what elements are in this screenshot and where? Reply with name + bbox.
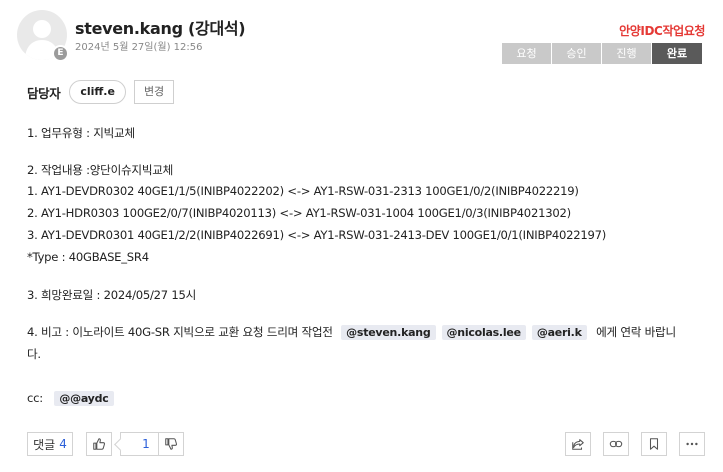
post-date: 2024년 5월 27일(월) 12:56: [75, 42, 203, 53]
external-user-badge: E: [52, 45, 69, 62]
more-icon: [686, 442, 698, 446]
body-line-due-date: 3. 희망완료일 : 2024/05/27 15시: [27, 288, 197, 302]
bookmark-button[interactable]: [641, 432, 667, 456]
reply-label: 댓글: [33, 437, 56, 452]
dislike-button[interactable]: [158, 432, 184, 456]
author-name[interactable]: steven.kang (강대석): [75, 15, 246, 39]
board-title[interactable]: 안양IDC작업요청: [619, 22, 705, 39]
body-line-cc: cc: @@aydc: [27, 391, 120, 406]
bookmark-icon: [649, 438, 659, 450]
mention-nicolas-lee[interactable]: @nicolas.lee: [441, 325, 526, 340]
share-icon: [572, 439, 584, 450]
body-line-task-content: 2. 작업내용 :양단이슈지빅교체: [27, 163, 174, 177]
step-progress: 진행: [602, 43, 652, 64]
copy-link-button[interactable]: [603, 432, 629, 456]
thumbs-up-icon: [93, 438, 106, 450]
mention-steven-kang[interactable]: @steven.kang: [341, 325, 436, 340]
body-line-link-3: 3. AY1-DEVDR0301 40GE1/2/2(INIBP4022691)…: [27, 228, 607, 242]
mention-aeri-k[interactable]: @aeri.k: [531, 325, 587, 340]
assignee-label: 담당자: [27, 85, 61, 101]
body-line-remarks: 4. 비고 : 이노라이트 40G-SR 지빅으로 교환 요청 드리며 작업전 …: [27, 324, 676, 340]
thumbs-down-icon: [165, 438, 178, 450]
body-line-task-type: 1. 업무유형 : 지빅교체: [27, 126, 135, 140]
remarks-prefix: 4. 비고 : 이노라이트 40G-SR 지빅으로 교환 요청 드리며 작업전: [27, 325, 333, 339]
cc-label: cc:: [27, 391, 43, 405]
body-line-link-2: 2. AY1-HDR0303 100GE2/0/7(INIBP4020113) …: [27, 206, 571, 220]
step-request: 요청: [502, 43, 552, 64]
body-line-link-1: 1. AY1-DEVDR0302 40GE1/1/5(INIBP4022202)…: [27, 184, 579, 198]
change-assignee-button[interactable]: 변경: [133, 80, 175, 104]
assignee-row: 담당자 cliff.e 변경: [27, 80, 175, 104]
workflow-steps: 요청 승인 진행 완료: [502, 43, 702, 64]
remarks-suffix: 에게 연락 바랍니: [596, 325, 676, 339]
assignee-chip[interactable]: cliff.e: [69, 80, 126, 104]
reply-count: 4: [59, 437, 67, 451]
post-actions: 댓글 4 1: [27, 432, 705, 456]
mention-aydc[interactable]: @@aydc: [54, 391, 114, 406]
more-options-button[interactable]: [679, 432, 705, 456]
body-line-remarks-cont: 다.: [27, 347, 41, 361]
step-complete: 완료: [652, 43, 702, 64]
reply-button[interactable]: 댓글 4: [27, 432, 73, 456]
step-approve: 승인: [552, 43, 602, 64]
share-button[interactable]: [565, 432, 591, 456]
body-line-type: *Type : 40GBASE_SR4: [27, 250, 149, 264]
link-icon: [609, 440, 623, 448]
like-button[interactable]: [86, 432, 112, 456]
